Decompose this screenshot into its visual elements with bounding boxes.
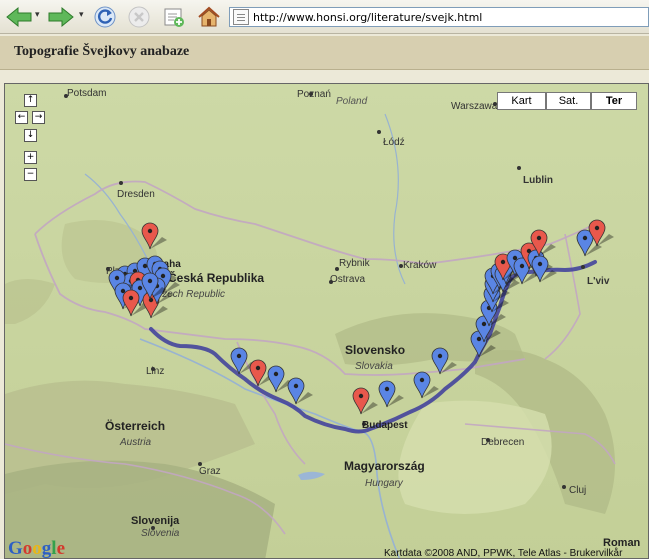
pan-left-button[interactable]: ← bbox=[15, 111, 28, 124]
page-icon bbox=[233, 9, 249, 25]
reload-icon bbox=[94, 6, 116, 28]
page-title: Topografie Švejkovy anabaze bbox=[14, 44, 190, 59]
map-type-satellite-button[interactable]: Sat. bbox=[546, 92, 591, 110]
place-label: Austria bbox=[119, 437, 152, 448]
pan-up-button[interactable]: ↑ bbox=[24, 94, 37, 107]
zoom-out-button[interactable]: − bbox=[24, 168, 37, 181]
place-label: Potsdam bbox=[67, 88, 106, 99]
place-label: Dresden bbox=[117, 189, 155, 200]
place-label: Hungary bbox=[365, 478, 404, 489]
pan-down-button[interactable]: ↓ bbox=[24, 129, 37, 142]
home-button[interactable] bbox=[195, 3, 223, 31]
place-label: Kraków bbox=[403, 260, 437, 271]
place-label: Cluj bbox=[569, 485, 586, 496]
back-icon bbox=[6, 6, 32, 28]
place-label: Debrecen bbox=[481, 437, 524, 448]
stop-button[interactable] bbox=[125, 3, 153, 31]
place-label: Česká Republika bbox=[168, 270, 264, 285]
bookmark-add-icon bbox=[164, 8, 184, 27]
place-label: Österreich bbox=[105, 418, 165, 433]
place-label: Poznań bbox=[297, 89, 331, 100]
place-label: L'viv bbox=[587, 276, 610, 287]
url-input[interactable] bbox=[253, 10, 633, 24]
place-label: Slovakia bbox=[355, 361, 393, 372]
home-icon bbox=[198, 6, 220, 27]
svg-text:Google: Google bbox=[8, 538, 65, 559]
hungarian-plain-terrain bbox=[398, 400, 552, 514]
browser-toolbar: ▾ ▾ bbox=[0, 0, 649, 34]
page-header: Topografie Švejkovy anabaze bbox=[0, 36, 649, 70]
place-label: Poland bbox=[336, 96, 368, 107]
bookmark-add-button[interactable] bbox=[160, 3, 188, 31]
address-bar[interactable] bbox=[229, 7, 649, 27]
reload-button[interactable] bbox=[91, 3, 119, 31]
place-label: Warszawa bbox=[451, 101, 498, 112]
map-type-kart-button[interactable]: Kart bbox=[497, 92, 546, 110]
map-attribution: Kartdata ©2008 AND, PPWK, Tele Atlas - B… bbox=[384, 547, 623, 559]
stop-icon bbox=[128, 6, 150, 28]
forward-history-dropdown-icon[interactable]: ▾ bbox=[79, 10, 84, 20]
place-label: Lublin bbox=[523, 175, 553, 186]
terrain-map[interactable]: Potsdam Poznań Poland Warszawa Łódź Dres… bbox=[5, 84, 649, 559]
zoom-in-button[interactable]: + bbox=[24, 151, 37, 164]
back-history-dropdown-icon[interactable]: ▾ bbox=[35, 10, 40, 20]
place-label: Magyarország bbox=[344, 459, 425, 473]
place-label: Ostrava bbox=[330, 274, 365, 285]
forward-icon bbox=[48, 6, 74, 28]
pan-right-button[interactable]: → bbox=[32, 111, 45, 124]
forward-button[interactable] bbox=[46, 3, 76, 31]
place-label: Graz bbox=[199, 466, 221, 477]
map-type-terrain-button[interactable]: Ter bbox=[591, 92, 637, 110]
place-label: Rybnik bbox=[339, 258, 371, 269]
place-label: Linz bbox=[146, 366, 164, 377]
map-viewport[interactable]: Potsdam Poznań Poland Warszawa Łódź Dres… bbox=[4, 83, 649, 559]
place-label: Budapest bbox=[362, 420, 408, 431]
place-label: Łódź bbox=[383, 137, 405, 148]
place-label: Slovensko bbox=[345, 343, 405, 357]
back-button[interactable] bbox=[4, 3, 34, 31]
place-label: Slovenia bbox=[141, 528, 180, 539]
place-label: Slovenija bbox=[131, 515, 180, 527]
google-logo: Google bbox=[8, 538, 65, 559]
